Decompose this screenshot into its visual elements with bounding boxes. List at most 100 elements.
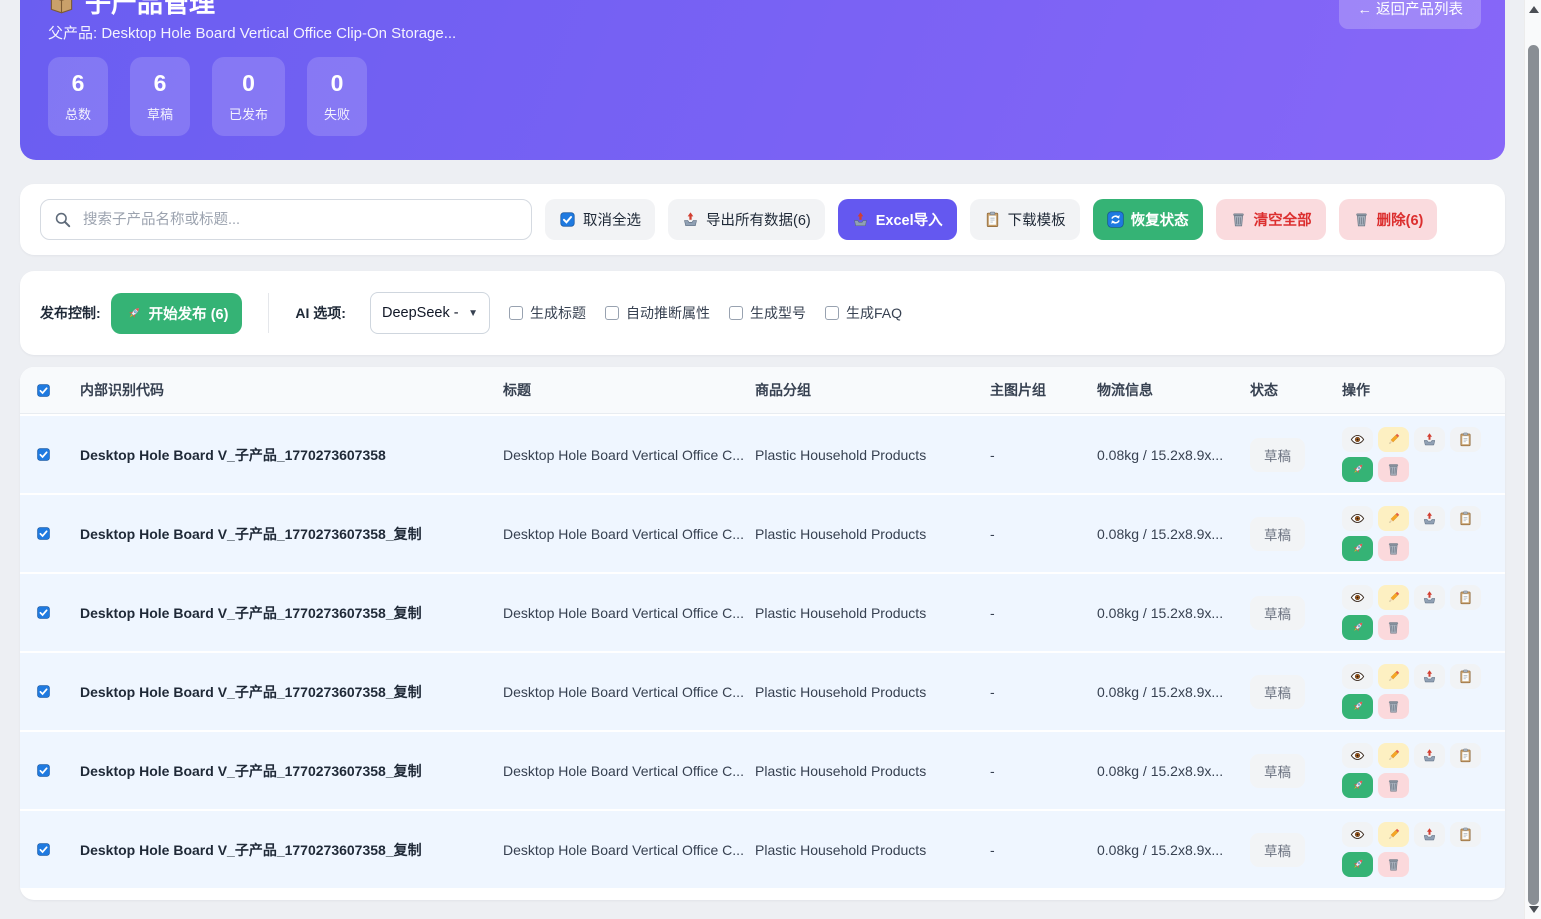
option-generate-model[interactable]: 生成型号 bbox=[729, 303, 806, 323]
publish-row-button[interactable] bbox=[1342, 694, 1373, 719]
delete-row-button[interactable] bbox=[1378, 694, 1409, 719]
publish-row-button[interactable] bbox=[1342, 615, 1373, 640]
publish-row-button[interactable] bbox=[1342, 852, 1373, 877]
edit-button[interactable] bbox=[1378, 427, 1409, 452]
publish-row-button[interactable] bbox=[1342, 536, 1373, 561]
stat-total: 6 总数 bbox=[48, 57, 108, 136]
table-body: Desktop Hole Board V_子产品_1770273607358 D… bbox=[20, 414, 1505, 888]
pencil-icon bbox=[1386, 590, 1401, 605]
option-auto-infer-attributes-label: 自动推断属性 bbox=[626, 303, 710, 323]
restore-status-button[interactable]: 恢复状态 bbox=[1093, 199, 1203, 240]
stat-published-label: 已发布 bbox=[229, 104, 268, 123]
refresh-icon bbox=[1107, 211, 1124, 228]
publish-row-button[interactable] bbox=[1342, 457, 1373, 482]
row-main-images: - bbox=[978, 842, 1085, 858]
excel-import-button[interactable]: Excel导入 bbox=[838, 199, 957, 240]
start-publish-button[interactable]: 开始发布 (6) bbox=[111, 293, 243, 334]
view-button[interactable] bbox=[1342, 506, 1373, 531]
copy-row-button[interactable] bbox=[1450, 427, 1481, 452]
edit-button[interactable] bbox=[1378, 506, 1409, 531]
row-checkbox[interactable] bbox=[36, 763, 51, 778]
edit-button[interactable] bbox=[1378, 585, 1409, 610]
trash-icon bbox=[1386, 462, 1401, 477]
deselect-all-button[interactable]: 取消全选 bbox=[545, 199, 655, 240]
row-checkbox[interactable] bbox=[36, 526, 51, 541]
clipboard-icon bbox=[1458, 669, 1473, 684]
export-row-button[interactable] bbox=[1414, 427, 1445, 452]
view-button[interactable] bbox=[1342, 664, 1373, 689]
back-to-product-list-button[interactable]: ← 返回产品列表 bbox=[1339, 0, 1481, 29]
column-header-code: 内部识别代码 bbox=[68, 380, 491, 400]
checkbox-auto-infer-attributes[interactable] bbox=[605, 306, 619, 320]
upload-tray-icon bbox=[1422, 748, 1437, 763]
edit-button[interactable] bbox=[1378, 664, 1409, 689]
export-all-data-button[interactable]: 导出所有数据(6) bbox=[668, 199, 825, 240]
copy-row-button[interactable] bbox=[1450, 822, 1481, 847]
copy-row-button[interactable] bbox=[1450, 664, 1481, 689]
delete-row-button[interactable] bbox=[1378, 852, 1409, 877]
delete-row-button[interactable] bbox=[1378, 457, 1409, 482]
view-button[interactable] bbox=[1342, 427, 1373, 452]
upload-tray-icon bbox=[1422, 432, 1437, 447]
clear-all-button[interactable]: 清空全部 bbox=[1216, 199, 1326, 240]
checkbox-generate-faq[interactable] bbox=[825, 306, 839, 320]
delete-row-button[interactable] bbox=[1378, 536, 1409, 561]
delete-selected-button[interactable]: 删除(6) bbox=[1339, 199, 1438, 240]
export-all-data-label: 导出所有数据(6) bbox=[706, 209, 811, 230]
ai-model-select[interactable]: DeepSeek - ▼ bbox=[370, 292, 490, 334]
export-row-button[interactable] bbox=[1414, 664, 1445, 689]
row-checkbox[interactable] bbox=[36, 605, 51, 620]
pencil-icon bbox=[1386, 511, 1401, 526]
export-row-button[interactable] bbox=[1414, 822, 1445, 847]
row-checkbox[interactable] bbox=[36, 842, 51, 857]
row-product-group: Plastic Household Products bbox=[743, 842, 978, 858]
scrollbar-up-arrow-icon[interactable] bbox=[1529, 6, 1539, 13]
select-all-checkbox[interactable] bbox=[36, 383, 51, 398]
checkbox-generate-title[interactable] bbox=[509, 306, 523, 320]
scrollbar-thumb[interactable] bbox=[1528, 45, 1539, 905]
edit-button[interactable] bbox=[1378, 822, 1409, 847]
option-generate-faq[interactable]: 生成FAQ bbox=[825, 303, 902, 323]
table-row: Desktop Hole Board V_子产品_1770273607358_复… bbox=[20, 493, 1505, 572]
view-button[interactable] bbox=[1342, 743, 1373, 768]
row-internal-code: Desktop Hole Board V_子产品_1770273607358_复… bbox=[68, 682, 491, 702]
vertical-scrollbar[interactable] bbox=[1524, 0, 1541, 919]
trash-icon bbox=[1230, 211, 1247, 228]
row-checkbox[interactable] bbox=[36, 447, 51, 462]
row-status-badge: 草稿 bbox=[1250, 596, 1305, 630]
export-row-button[interactable] bbox=[1414, 743, 1445, 768]
row-internal-code: Desktop Hole Board V_子产品_1770273607358_复… bbox=[68, 761, 491, 781]
row-internal-code: Desktop Hole Board V_子产品_1770273607358_复… bbox=[68, 603, 491, 623]
row-internal-code: Desktop Hole Board V_子产品_1770273607358 bbox=[68, 445, 491, 465]
checkbox-generate-model[interactable] bbox=[729, 306, 743, 320]
clipboard-icon bbox=[1458, 827, 1473, 842]
stat-failed: 0 失败 bbox=[307, 57, 367, 136]
row-checkbox[interactable] bbox=[36, 684, 51, 699]
checkbox-checked-icon bbox=[559, 211, 576, 228]
delete-row-button[interactable] bbox=[1378, 615, 1409, 640]
copy-row-button[interactable] bbox=[1450, 506, 1481, 531]
view-button[interactable] bbox=[1342, 822, 1373, 847]
upload-tray-icon bbox=[1422, 669, 1437, 684]
export-row-button[interactable] bbox=[1414, 585, 1445, 610]
delete-row-button[interactable] bbox=[1378, 773, 1409, 798]
copy-row-button[interactable] bbox=[1450, 743, 1481, 768]
option-generate-title[interactable]: 生成标题 bbox=[509, 303, 586, 323]
view-button[interactable] bbox=[1342, 585, 1373, 610]
search-input[interactable] bbox=[40, 199, 532, 240]
edit-button[interactable] bbox=[1378, 743, 1409, 768]
page-title: 子产品管理 bbox=[85, 0, 215, 20]
upload-tray-icon bbox=[1422, 511, 1437, 526]
copy-row-button[interactable] bbox=[1450, 585, 1481, 610]
row-title: Desktop Hole Board Vertical Office C... bbox=[491, 842, 743, 858]
eye-icon bbox=[1350, 590, 1365, 605]
download-template-button[interactable]: 下载模板 bbox=[970, 199, 1080, 240]
row-title: Desktop Hole Board Vertical Office C... bbox=[491, 526, 743, 542]
publish-row-button[interactable] bbox=[1342, 773, 1373, 798]
option-auto-infer-attributes[interactable]: 自动推断属性 bbox=[605, 303, 710, 323]
trash-icon bbox=[1386, 699, 1401, 714]
trash-icon bbox=[1386, 857, 1401, 872]
export-row-button[interactable] bbox=[1414, 506, 1445, 531]
table-row: Desktop Hole Board V_子产品_1770273607358_复… bbox=[20, 809, 1505, 888]
scrollbar-down-arrow-icon[interactable] bbox=[1529, 906, 1539, 913]
